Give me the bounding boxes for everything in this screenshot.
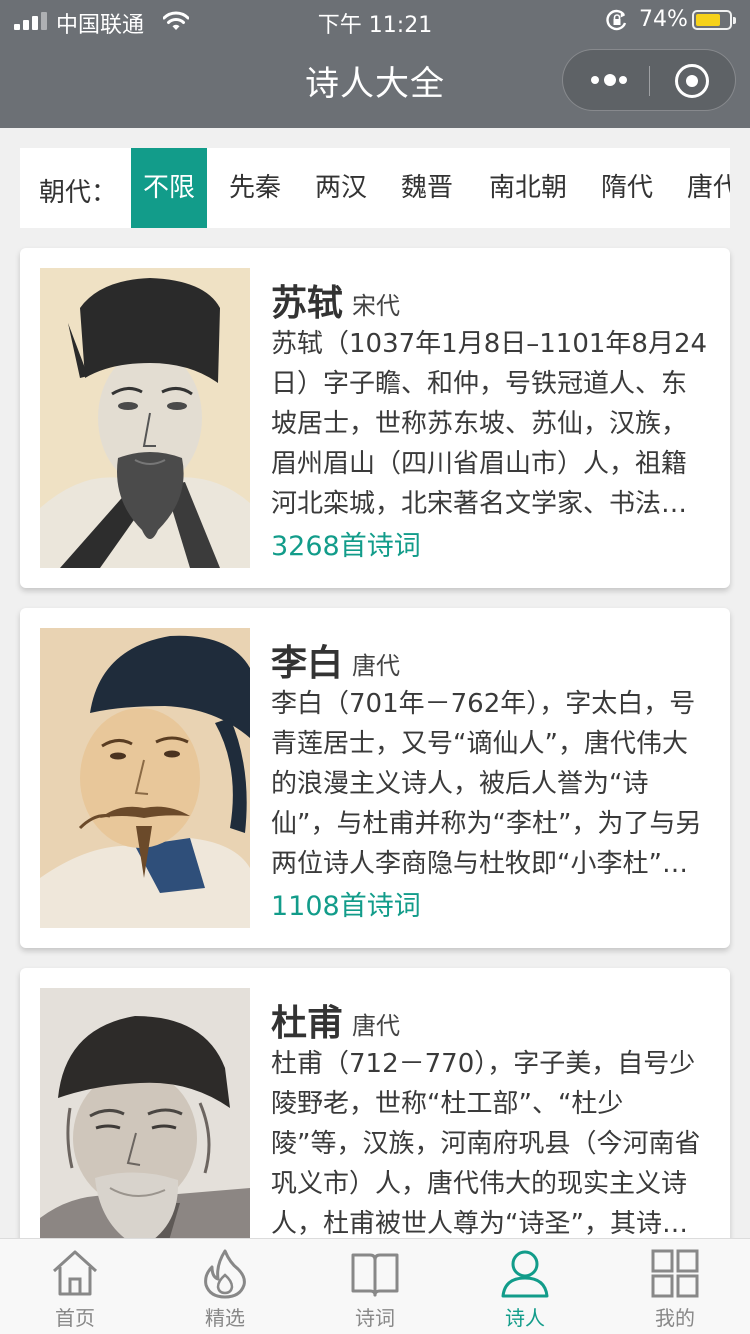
filter-tab[interactable]: 南北朝 bbox=[478, 148, 578, 228]
tab-mine[interactable]: 我的 bbox=[600, 1239, 750, 1334]
battery-icon bbox=[692, 10, 736, 30]
poet-card[interactable]: 苏轼 宋代 苏轼（1037年1月8日–1101年8月24日）字子瞻、和仲，号铁冠… bbox=[20, 248, 730, 588]
filter-tab[interactable]: 不限 bbox=[131, 148, 207, 228]
poet-name: 杜甫 bbox=[271, 1003, 344, 1044]
home-icon bbox=[52, 1250, 98, 1296]
tab-poems[interactable]: 诗词 bbox=[300, 1239, 450, 1334]
clock: 下午 11:21 bbox=[317, 13, 433, 38]
top-bar: 中国联通 下午 11:21 74% 诗人大全 bbox=[0, 0, 750, 128]
tab-label: 精选 bbox=[205, 1306, 245, 1330]
poet-name: 苏轼 bbox=[271, 283, 344, 324]
person-icon bbox=[501, 1250, 549, 1298]
poet-dynasty: 唐代 bbox=[352, 1012, 400, 1040]
battery-level bbox=[696, 14, 720, 26]
poet-description: 杜甫（712－770），字子美，自号少陵野老，世称“杜工部”、“杜少陵”等，汉族… bbox=[271, 1049, 701, 1239]
tab-home[interactable]: 首页 bbox=[0, 1239, 150, 1334]
grid-icon bbox=[651, 1249, 699, 1298]
status-bar: 中国联通 下午 11:21 74% bbox=[0, 0, 750, 42]
tab-label: 诗词 bbox=[355, 1306, 395, 1330]
flame-icon bbox=[204, 1249, 246, 1299]
battery-percent: 74% bbox=[639, 7, 688, 32]
dynasty-filter: 朝代： 不限 先秦 两汉 魏晋 南北朝 隋代 唐代 bbox=[20, 148, 730, 228]
filter-tab[interactable]: 隋代 bbox=[591, 148, 663, 228]
more-icon[interactable] bbox=[591, 72, 631, 88]
poet-dynasty: 唐代 bbox=[352, 652, 400, 680]
tab-bar: 首页 精选 诗词 诗人 我的 bbox=[0, 1238, 750, 1334]
book-icon bbox=[351, 1253, 399, 1297]
poem-count-link[interactable]: 1108首诗词 bbox=[271, 884, 421, 923]
tab-poets[interactable]: 诗人 bbox=[450, 1239, 600, 1334]
filter-label: 朝代： bbox=[39, 178, 118, 208]
orientation-lock-icon bbox=[606, 9, 627, 31]
poet-card[interactable]: 李白 唐代 李白（701年－762年），字太白，号青莲居士，又号“谪仙人”，唐代… bbox=[20, 608, 730, 948]
poet-name: 李白 bbox=[271, 643, 344, 684]
filter-tab[interactable]: 先秦 bbox=[219, 148, 291, 228]
tab-label: 我的 bbox=[655, 1306, 695, 1330]
poet-dynasty: 宋代 bbox=[352, 292, 400, 320]
tab-label: 诗人 bbox=[505, 1306, 545, 1330]
filter-tab[interactable]: 唐代 bbox=[677, 148, 730, 228]
close-mini-program-icon[interactable] bbox=[675, 64, 709, 98]
poet-description: 李白（701年－762年），字太白，号青莲居士，又号“谪仙人”，唐代伟大的浪漫主… bbox=[271, 689, 702, 879]
capsule-divider bbox=[649, 66, 650, 96]
poet-portrait bbox=[40, 268, 250, 568]
tab-label: 首页 bbox=[55, 1306, 95, 1330]
mini-program-capsule bbox=[562, 49, 736, 111]
poet-portrait bbox=[40, 628, 250, 928]
tab-featured[interactable]: 精选 bbox=[150, 1239, 300, 1334]
filter-tab[interactable]: 魏晋 bbox=[391, 148, 463, 228]
filter-tab[interactable]: 两汉 bbox=[305, 148, 377, 228]
poem-count-link[interactable]: 3268首诗词 bbox=[271, 524, 421, 563]
poet-description: 苏轼（1037年1月8日–1101年8月24日）字子瞻、和仲，号铁冠道人、东坡居… bbox=[271, 329, 708, 519]
